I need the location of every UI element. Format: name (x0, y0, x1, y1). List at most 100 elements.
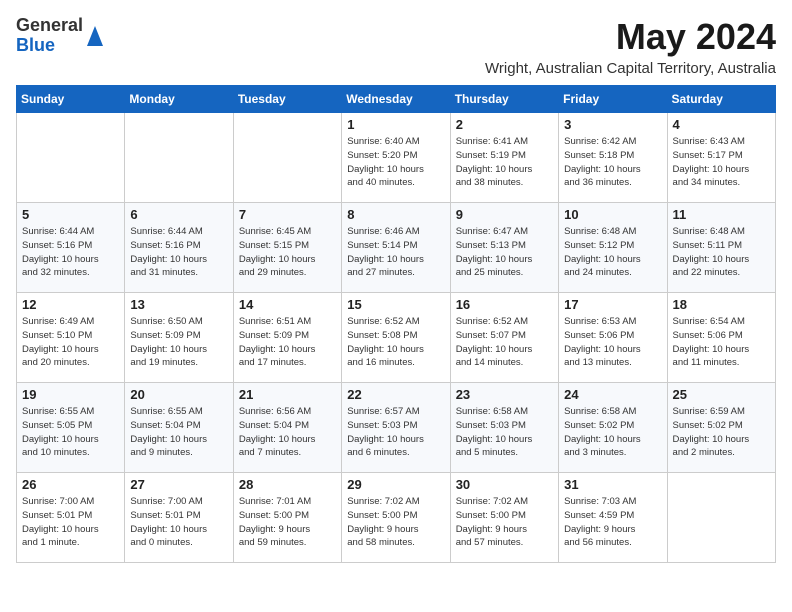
calendar-cell: 7 Sunrise: 6:45 AMSunset: 5:15 PMDaylight… (233, 203, 341, 293)
day-info: Sunrise: 7:00 AMSunset: 5:01 PMDaylight:… (22, 495, 119, 550)
logo-general: General (16, 15, 83, 35)
calendar-cell: 10 Sunrise: 6:48 AMSunset: 5:12 PMDayligh… (559, 203, 667, 293)
day-info: Sunrise: 6:43 AMSunset: 5:17 PMDaylight:… (673, 135, 770, 190)
day-number: 26 (22, 477, 119, 492)
calendar-cell (233, 113, 341, 203)
day-number: 2 (456, 117, 553, 132)
day-number: 31 (564, 477, 661, 492)
day-info: Sunrise: 6:52 AMSunset: 5:07 PMDaylight:… (456, 315, 553, 370)
calendar-cell: 18Sunrise: 6:54 AMSunset: 5:06 PMDayligh… (667, 293, 775, 383)
day-info: Sunrise: 6:58 AMSunset: 5:02 PMDaylight:… (564, 405, 661, 460)
calendar-cell: 21 Sunrise: 6:56 AMSunset: 5:04 PMDayligh… (233, 383, 341, 473)
day-number: 15 (347, 297, 444, 312)
day-number: 11 (673, 207, 770, 222)
day-number: 9 (456, 207, 553, 222)
logo-blue: Blue (16, 35, 55, 55)
day-info: Sunrise: 6:55 AMSunset: 5:05 PMDaylight:… (22, 405, 119, 460)
calendar-cell (17, 113, 125, 203)
col-monday: Monday (125, 86, 233, 113)
day-info: Sunrise: 6:48 AMSunset: 5:12 PMDaylight:… (564, 225, 661, 280)
day-info: Sunrise: 6:45 AMSunset: 5:15 PMDaylight:… (239, 225, 336, 280)
day-number: 29 (347, 477, 444, 492)
calendar-cell: 26 Sunrise: 7:00 AMSunset: 5:01 PMDayligh… (17, 473, 125, 563)
calendar-cell: 2 Sunrise: 6:41 AMSunset: 5:19 PMDaylight… (450, 113, 558, 203)
day-info: Sunrise: 6:59 AMSunset: 5:02 PMDaylight:… (673, 405, 770, 460)
calendar-cell: 12 Sunrise: 6:49 AMSunset: 5:10 PMDayligh… (17, 293, 125, 383)
day-info: Sunrise: 6:42 AMSunset: 5:18 PMDaylight:… (564, 135, 661, 190)
day-info: Sunrise: 6:44 AMSunset: 5:16 PMDaylight:… (22, 225, 119, 280)
day-info: Sunrise: 7:02 AMSunset: 5:00 PMDaylight:… (456, 495, 553, 550)
day-number: 21 (239, 387, 336, 402)
col-friday: Friday (559, 86, 667, 113)
day-number: 13 (130, 297, 227, 312)
calendar-cell: 22 Sunrise: 6:57 AMSunset: 5:03 PMDayligh… (342, 383, 450, 473)
calendar-cell: 15Sunrise: 6:52 AMSunset: 5:08 PMDayligh… (342, 293, 450, 383)
calendar-cell: 1Sunrise: 6:40 AMSunset: 5:20 PMDaylight… (342, 113, 450, 203)
calendar-cell: 6 Sunrise: 6:44 AMSunset: 5:16 PMDaylight… (125, 203, 233, 293)
col-thursday: Thursday (450, 86, 558, 113)
day-number: 30 (456, 477, 553, 492)
calendar-cell: 5 Sunrise: 6:44 AMSunset: 5:16 PMDaylight… (17, 203, 125, 293)
day-info: Sunrise: 7:02 AMSunset: 5:00 PMDaylight:… (347, 495, 444, 550)
calendar-cell (667, 473, 775, 563)
day-info: Sunrise: 6:58 AMSunset: 5:03 PMDaylight:… (456, 405, 553, 460)
day-info: Sunrise: 6:49 AMSunset: 5:10 PMDaylight:… (22, 315, 119, 370)
col-saturday: Saturday (667, 86, 775, 113)
calendar-cell: 3 Sunrise: 6:42 AMSunset: 5:18 PMDaylight… (559, 113, 667, 203)
calendar-week-row: 26 Sunrise: 7:00 AMSunset: 5:01 PMDayligh… (17, 473, 776, 563)
calendar-cell: 14 Sunrise: 6:51 AMSunset: 5:09 PMDayligh… (233, 293, 341, 383)
calendar-cell: 29 Sunrise: 7:02 AMSunset: 5:00 PMDayligh… (342, 473, 450, 563)
logo-icon (85, 24, 105, 48)
day-info: Sunrise: 6:41 AMSunset: 5:19 PMDaylight:… (456, 135, 553, 190)
day-info: Sunrise: 7:00 AMSunset: 5:01 PMDaylight:… (130, 495, 227, 550)
day-info: Sunrise: 6:57 AMSunset: 5:03 PMDaylight:… (347, 405, 444, 460)
calendar-cell: 17Sunrise: 6:53 AMSunset: 5:06 PMDayligh… (559, 293, 667, 383)
day-number: 12 (22, 297, 119, 312)
day-number: 1 (347, 117, 444, 132)
calendar-cell: 11 Sunrise: 6:48 AMSunset: 5:11 PMDayligh… (667, 203, 775, 293)
calendar-week-row: 5 Sunrise: 6:44 AMSunset: 5:16 PMDaylight… (17, 203, 776, 293)
calendar-cell: 9Sunrise: 6:47 AMSunset: 5:13 PMDaylight… (450, 203, 558, 293)
calendar-cell: 4Sunrise: 6:43 AMSunset: 5:17 PMDaylight… (667, 113, 775, 203)
day-info: Sunrise: 6:46 AMSunset: 5:14 PMDaylight:… (347, 225, 444, 280)
calendar-cell: 13 Sunrise: 6:50 AMSunset: 5:09 PMDayligh… (125, 293, 233, 383)
calendar-body: 1Sunrise: 6:40 AMSunset: 5:20 PMDaylight… (17, 113, 776, 563)
day-info: Sunrise: 6:53 AMSunset: 5:06 PMDaylight:… (564, 315, 661, 370)
day-number: 10 (564, 207, 661, 222)
calendar-cell (125, 113, 233, 203)
col-sunday: Sunday (17, 86, 125, 113)
day-number: 16 (456, 297, 553, 312)
calendar-header-row: Sunday Monday Tuesday Wednesday Thursday… (17, 86, 776, 113)
calendar-cell: 31Sunrise: 7:03 AMSunset: 4:59 PMDayligh… (559, 473, 667, 563)
location-title: Wright, Australian Capital Territory, Au… (485, 60, 776, 77)
calendar-week-row: 12 Sunrise: 6:49 AMSunset: 5:10 PMDayligh… (17, 293, 776, 383)
day-number: 6 (130, 207, 227, 222)
calendar-cell: 27 Sunrise: 7:00 AMSunset: 5:01 PMDayligh… (125, 473, 233, 563)
day-info: Sunrise: 6:56 AMSunset: 5:04 PMDaylight:… (239, 405, 336, 460)
calendar-cell: 24Sunrise: 6:58 AMSunset: 5:02 PMDayligh… (559, 383, 667, 473)
day-info: Sunrise: 6:50 AMSunset: 5:09 PMDaylight:… (130, 315, 227, 370)
calendar-cell: 23Sunrise: 6:58 AMSunset: 5:03 PMDayligh… (450, 383, 558, 473)
day-number: 22 (347, 387, 444, 402)
calendar-cell: 19 Sunrise: 6:55 AMSunset: 5:05 PMDayligh… (17, 383, 125, 473)
calendar-cell: 16 Sunrise: 6:52 AMSunset: 5:07 PMDayligh… (450, 293, 558, 383)
day-number: 14 (239, 297, 336, 312)
day-number: 5 (22, 207, 119, 222)
day-info: Sunrise: 6:44 AMSunset: 5:16 PMDaylight:… (130, 225, 227, 280)
month-title: May 2024 (485, 16, 776, 58)
calendar-week-row: 1Sunrise: 6:40 AMSunset: 5:20 PMDaylight… (17, 113, 776, 203)
calendar-cell: 30 Sunrise: 7:02 AMSunset: 5:00 PMDayligh… (450, 473, 558, 563)
day-number: 7 (239, 207, 336, 222)
calendar-cell: 8Sunrise: 6:46 AMSunset: 5:14 PMDaylight… (342, 203, 450, 293)
col-wednesday: Wednesday (342, 86, 450, 113)
day-number: 19 (22, 387, 119, 402)
day-info: Sunrise: 6:51 AMSunset: 5:09 PMDaylight:… (239, 315, 336, 370)
day-info: Sunrise: 6:48 AMSunset: 5:11 PMDaylight:… (673, 225, 770, 280)
day-number: 27 (130, 477, 227, 492)
day-number: 20 (130, 387, 227, 402)
day-number: 18 (673, 297, 770, 312)
day-number: 3 (564, 117, 661, 132)
title-area: May 2024 Wright, Australian Capital Terr… (485, 16, 776, 77)
logo-text: General Blue (16, 16, 83, 56)
logo: General Blue (16, 16, 105, 56)
